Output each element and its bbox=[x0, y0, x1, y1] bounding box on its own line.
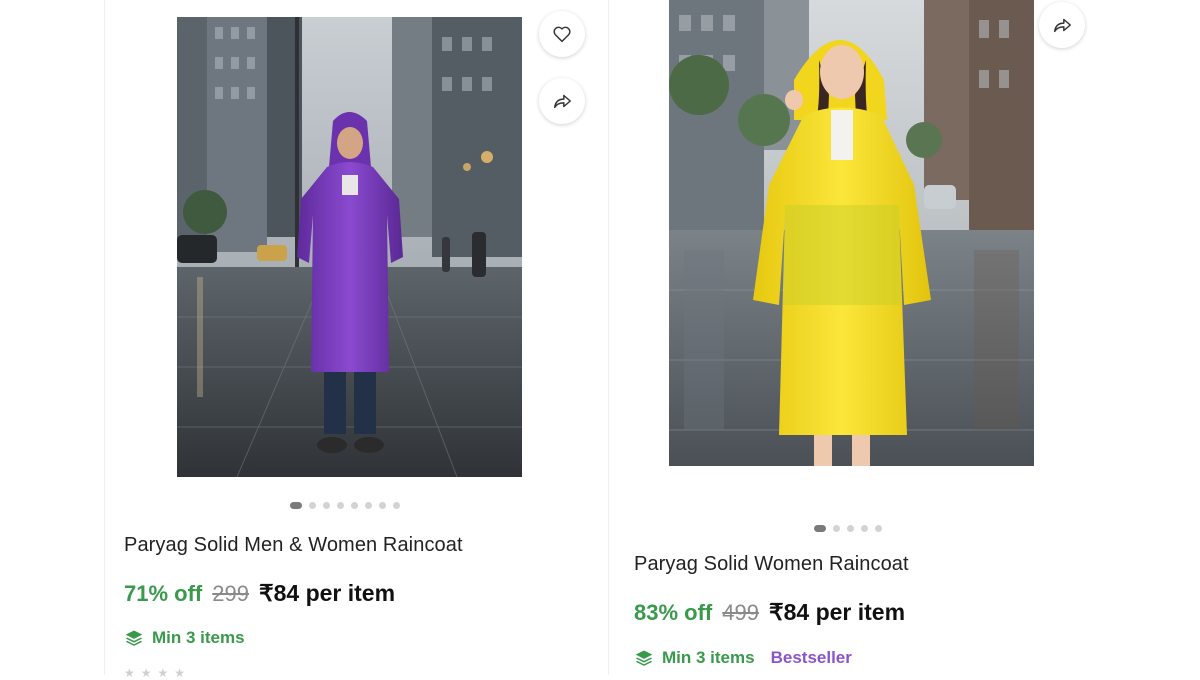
image-carousel-dots[interactable] bbox=[814, 525, 882, 532]
carousel-dot[interactable] bbox=[814, 525, 826, 532]
carousel-dot[interactable] bbox=[847, 525, 854, 532]
layers-icon bbox=[635, 650, 653, 666]
carousel-dot[interactable] bbox=[290, 502, 302, 509]
carousel-dot[interactable] bbox=[875, 525, 882, 532]
bestseller-badge: Bestseller bbox=[770, 648, 852, 667]
star-icon: ★ bbox=[174, 666, 186, 680]
heart-icon bbox=[553, 26, 571, 43]
product-card-2[interactable]: Paryag Solid Women Raincoat 83% off 499 … bbox=[608, 0, 1105, 675]
original-price: 499 bbox=[722, 600, 759, 625]
meta-row: Min 3 items Bestseller bbox=[634, 648, 852, 668]
carousel-dot[interactable] bbox=[323, 502, 330, 509]
rating-stars: ★ ★ ★ ★ bbox=[124, 666, 185, 680]
discount-label: 71% off bbox=[124, 581, 203, 606]
layers-icon bbox=[125, 630, 143, 646]
product-title[interactable]: Paryag Solid Men & Women Raincoat bbox=[124, 534, 463, 557]
sale-price: ₹84 per item bbox=[768, 599, 906, 625]
carousel-dot[interactable] bbox=[833, 525, 840, 532]
min-items-label: Min 3 items bbox=[662, 648, 755, 667]
star-icon: ★ bbox=[124, 666, 135, 680]
discount-label: 83% off bbox=[634, 600, 713, 625]
meta-row: Min 3 items bbox=[124, 628, 245, 648]
share-button[interactable] bbox=[1039, 2, 1085, 48]
carousel-dot[interactable] bbox=[309, 502, 316, 509]
product-card-1[interactable]: Paryag Solid Men & Women Raincoat 71% of… bbox=[104, 0, 595, 680]
share-icon bbox=[553, 94, 571, 109]
carousel-dot[interactable] bbox=[337, 502, 344, 509]
star-icon: ★ bbox=[157, 666, 169, 680]
image-carousel-dots[interactable] bbox=[290, 502, 400, 509]
carousel-dot[interactable] bbox=[351, 502, 358, 509]
share-icon bbox=[1053, 18, 1071, 33]
sale-price: ₹84 per item bbox=[258, 580, 396, 606]
original-price: 299 bbox=[212, 581, 249, 606]
product-title[interactable]: Paryag Solid Women Raincoat bbox=[634, 553, 909, 576]
price-row: 83% off 499 ₹84 per item bbox=[634, 599, 905, 626]
wishlist-button[interactable] bbox=[539, 11, 585, 57]
carousel-dot[interactable] bbox=[365, 502, 372, 509]
star-icon: ★ bbox=[140, 666, 152, 680]
carousel-dot[interactable] bbox=[861, 525, 868, 532]
product-image-purple-raincoat[interactable] bbox=[177, 17, 522, 477]
price-row: 71% off 299 ₹84 per item bbox=[124, 580, 395, 607]
product-image-yellow-raincoat[interactable] bbox=[669, 0, 1034, 466]
carousel-dot[interactable] bbox=[393, 502, 400, 509]
min-items-label: Min 3 items bbox=[152, 628, 245, 647]
carousel-dot[interactable] bbox=[379, 502, 386, 509]
share-button[interactable] bbox=[539, 78, 585, 124]
